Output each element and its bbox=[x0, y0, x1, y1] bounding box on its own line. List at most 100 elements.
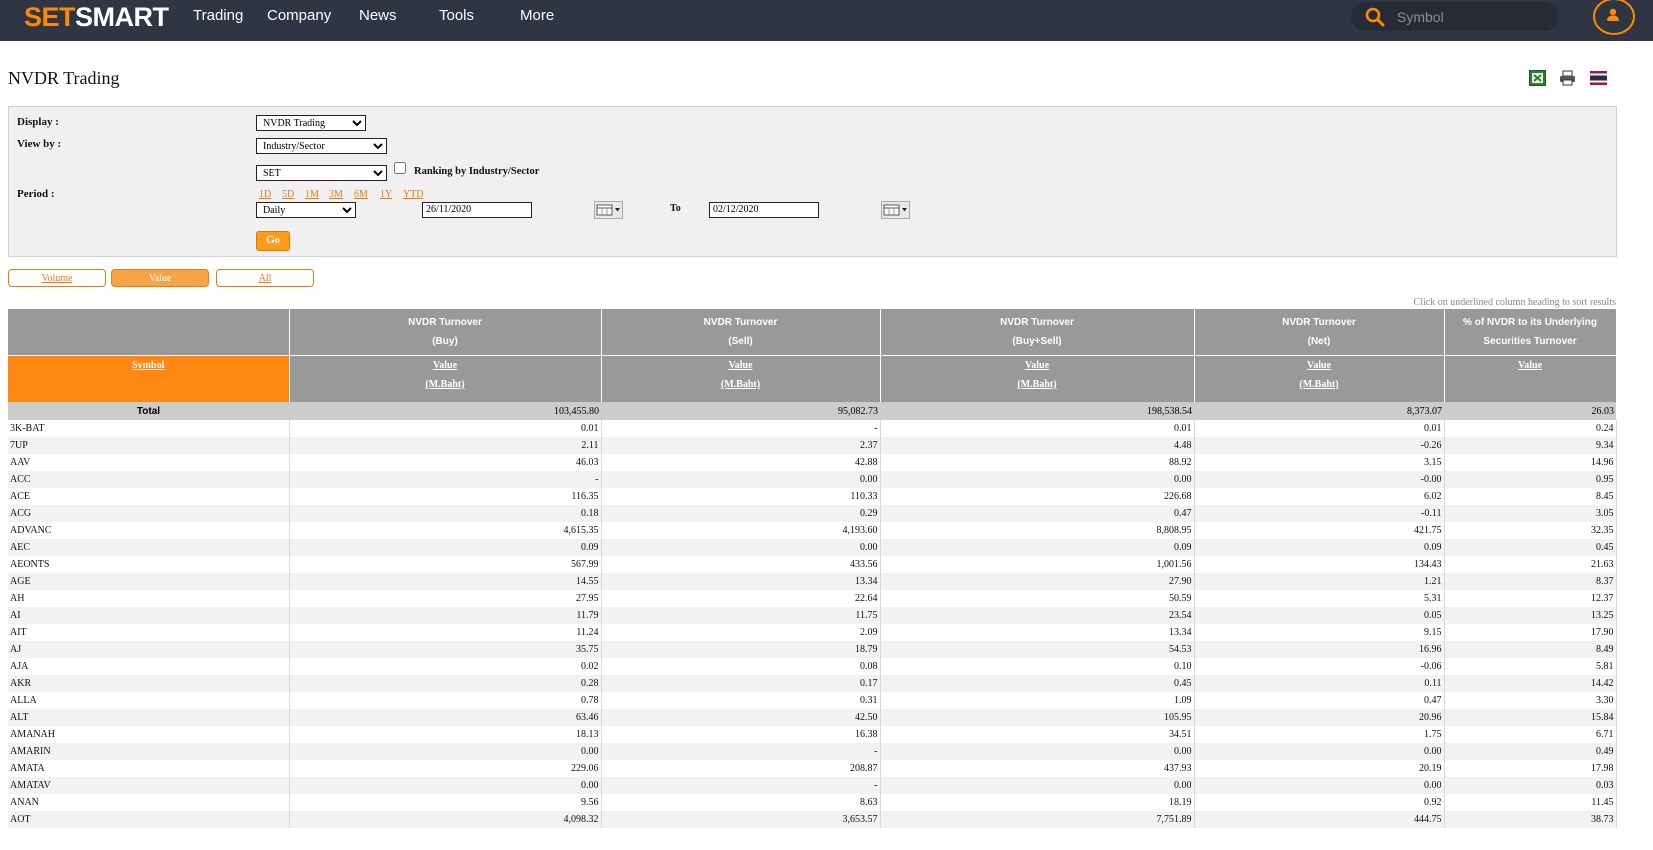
excel-export-icon[interactable] bbox=[1529, 70, 1546, 86]
all-toggle-button[interactable]: All bbox=[216, 269, 314, 287]
cell-sell: 3,653.57 bbox=[601, 811, 881, 828]
cell-pct: 38.73 bbox=[1444, 811, 1617, 828]
to-calendar-button[interactable] bbox=[881, 201, 910, 219]
table-row: AAV 46.03 42.88 88.92 3.15 14.96 bbox=[8, 454, 1617, 471]
cell-sell: 2.37 bbox=[601, 437, 881, 454]
nav-item-tools[interactable]: Tools bbox=[439, 7, 474, 24]
symbol-search-input[interactable] bbox=[1395, 6, 1549, 28]
cell-pct: 0.45 bbox=[1444, 539, 1617, 556]
frequency-select[interactable]: Daily bbox=[256, 202, 356, 218]
cell-buy: 27.95 bbox=[289, 590, 602, 607]
cell-pct: 9.34 bbox=[1444, 437, 1617, 454]
sort-pct-value-header[interactable]: Value bbox=[1444, 355, 1617, 402]
cell-buy: 9.56 bbox=[289, 794, 602, 811]
nav-item-company[interactable]: Company bbox=[267, 7, 331, 24]
page-title: NVDR Trading bbox=[8, 68, 120, 88]
cell-net: 20.96 bbox=[1194, 709, 1445, 726]
sort-symbol-header[interactable]: Symbol bbox=[8, 355, 290, 402]
cell-buysell: 13.34 bbox=[880, 624, 1195, 641]
cell-pct: 3.30 bbox=[1444, 692, 1617, 709]
period-link-3m[interactable]: 3M bbox=[329, 189, 343, 200]
table-row: ACG 0.18 0.29 0.47 -0.11 3.05 bbox=[8, 505, 1617, 522]
cell-buysell: 0.47 bbox=[880, 505, 1195, 522]
cell-buy: 11.24 bbox=[289, 624, 602, 641]
cell-sell: 0.29 bbox=[601, 505, 881, 522]
cell-symbol: 3K-BAT bbox=[8, 420, 290, 437]
cell-sell: 0.00 bbox=[601, 539, 881, 556]
cell-buy: 35.75 bbox=[289, 641, 602, 658]
table-row: AH 27.95 22.64 50.59 5.31 12.37 bbox=[8, 590, 1617, 607]
cell-symbol: AKR bbox=[8, 675, 290, 692]
sort-sell-value-header[interactable]: Value (M.Baht) bbox=[601, 355, 881, 402]
period-link-ytd[interactable]: YTD bbox=[403, 189, 424, 200]
cell-buy: 567.99 bbox=[289, 556, 602, 573]
cell-pct: 5.81 bbox=[1444, 658, 1617, 675]
cell-sell: 8.63 bbox=[601, 794, 881, 811]
ranking-label: Ranking by Industry/Sector bbox=[414, 166, 540, 177]
cell-sell: 16.38 bbox=[601, 726, 881, 743]
search-icon[interactable] bbox=[1365, 7, 1385, 27]
table-row: AI 11.79 11.75 23.54 0.05 13.25 bbox=[8, 607, 1617, 624]
period-link-1m[interactable]: 1M bbox=[305, 189, 319, 200]
go-button[interactable]: Go bbox=[256, 231, 290, 251]
calendar-icon bbox=[883, 204, 907, 216]
total-label: Total bbox=[8, 402, 289, 420]
from-date-input[interactable]: 26/11/2020 bbox=[422, 202, 532, 218]
nav-item-news[interactable]: News bbox=[359, 7, 397, 24]
cell-buy: 4,098.32 bbox=[289, 811, 602, 828]
cell-pct: 12.37 bbox=[1444, 590, 1617, 607]
table-row: AMATAV 0.00-0.00 0.00 0.03 bbox=[8, 777, 1617, 794]
market-select[interactable]: SET bbox=[256, 165, 387, 181]
volume-toggle-button[interactable]: Volume bbox=[8, 269, 106, 287]
cell-pct: 14.42 bbox=[1444, 675, 1617, 692]
cell-buysell: 0.00 bbox=[880, 777, 1195, 794]
total-row: Total 103,455.80 95,082.73 198,538.54 8,… bbox=[8, 402, 1616, 420]
table-row: AEONTS 567.99 433.56 1,001.56 134.43 21.63 bbox=[8, 556, 1617, 573]
cell-buy: 116.35 bbox=[289, 488, 602, 505]
cell-sell: 4,193.60 bbox=[601, 522, 881, 539]
cell-buy: 46.03 bbox=[289, 454, 602, 471]
cell-pct: 6.71 bbox=[1444, 726, 1617, 743]
sort-buy-value-header[interactable]: Value (M.Baht) bbox=[289, 355, 602, 402]
cell-net: 0.05 bbox=[1194, 607, 1445, 624]
sort-net-value-header[interactable]: Value (M.Baht) bbox=[1194, 355, 1445, 402]
cell-sell: 0.17 bbox=[601, 675, 881, 692]
cell-pct: 0.24 bbox=[1444, 420, 1617, 437]
period-link-6m[interactable]: 6M bbox=[354, 189, 368, 200]
cell-symbol: 7UP bbox=[8, 437, 290, 454]
ranking-checkbox[interactable] bbox=[394, 162, 406, 174]
print-icon[interactable] bbox=[1559, 70, 1576, 86]
period-link-1d[interactable]: 1D bbox=[259, 189, 271, 200]
total-sell: 95,082.73 bbox=[601, 402, 880, 420]
cell-pct: 13.25 bbox=[1444, 607, 1617, 624]
cell-pct: 17.98 bbox=[1444, 760, 1617, 777]
user-avatar-button[interactable] bbox=[1593, 0, 1635, 35]
cell-net: 5.31 bbox=[1194, 590, 1445, 607]
cell-pct: 8.37 bbox=[1444, 573, 1617, 590]
cell-buy: 0.02 bbox=[289, 658, 602, 675]
cell-symbol: AMARIN bbox=[8, 743, 290, 760]
cell-buy: 0.09 bbox=[289, 539, 602, 556]
user-icon bbox=[1607, 8, 1619, 21]
display-select[interactable]: NVDR Trading bbox=[256, 115, 366, 131]
thai-language-flag-icon[interactable] bbox=[1590, 70, 1607, 86]
cell-buysell: 23.54 bbox=[880, 607, 1195, 624]
cell-sell: 18.79 bbox=[601, 641, 881, 658]
cell-symbol: ANAN bbox=[8, 794, 290, 811]
period-link-1y[interactable]: 1Y bbox=[380, 189, 392, 200]
nav-item-trading[interactable]: Trading bbox=[193, 7, 243, 24]
period-link-5d[interactable]: 5D bbox=[282, 189, 294, 200]
value-toggle-button[interactable]: Value bbox=[111, 269, 209, 287]
nav-item-more[interactable]: More bbox=[520, 7, 554, 24]
cell-symbol: ALLA bbox=[8, 692, 290, 709]
cell-net: 20.19 bbox=[1194, 760, 1445, 777]
table-row: 7UP 2.11 2.37 4.48 -0.26 9.34 bbox=[8, 437, 1617, 454]
cell-buy: 4,615.35 bbox=[289, 522, 602, 539]
cell-net: 1.21 bbox=[1194, 573, 1445, 590]
viewby-select[interactable]: Industry/Sector bbox=[256, 138, 387, 154]
setsmart-logo[interactable]: SETSMART bbox=[24, 2, 169, 33]
from-calendar-button[interactable] bbox=[594, 201, 623, 219]
to-date-input[interactable]: 02/12/2020 bbox=[709, 202, 819, 218]
calendar-icon bbox=[596, 204, 620, 216]
sort-buysell-value-header[interactable]: Value (M.Baht) bbox=[880, 355, 1195, 402]
